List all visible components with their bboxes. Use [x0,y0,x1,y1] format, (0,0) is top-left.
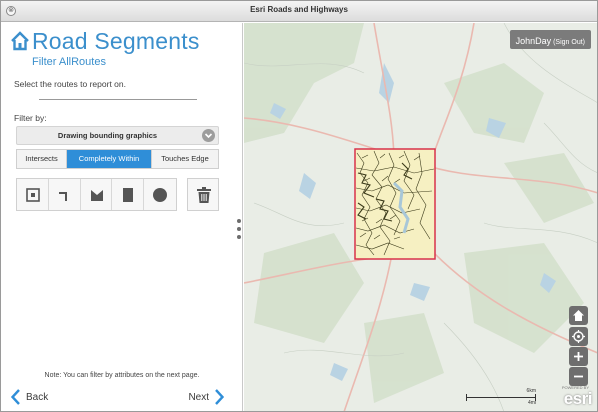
segment-touches-edge[interactable]: Touches Edge [152,150,218,168]
divider [39,99,197,100]
spatial-filter-segments: Intersects Completely Within Touches Edg… [16,149,219,169]
polyline-tool-button[interactable] [49,179,81,210]
freehand-polygon-tool-icon [90,190,103,201]
zoom-in-icon [574,352,583,361]
trash-icon [197,187,211,203]
point-tool-icon [26,188,40,202]
point-tool-button[interactable] [17,179,49,210]
user-name: JohnDay [515,36,552,46]
segment-intersects[interactable]: Intersects [17,150,67,168]
map-view[interactable]: JohnDay (Sign Out) 6km 4mi POWERED BY es… [244,23,597,411]
title-bar: ⊗ Esri Roads and Highways [1,1,597,22]
page-subtitle: Filter AllRoutes [32,56,106,68]
polyline-tool-icon [58,192,67,201]
user-button[interactable]: JohnDay (Sign Out) [509,30,591,49]
panel-resize-handle[interactable] [237,219,241,243]
window-title: Esri Roads and Highways [250,5,348,14]
filter-label: Filter by: [14,113,47,123]
page-title: Road Segments [32,28,200,54]
next-button[interactable]: Next [188,387,224,407]
clear-graphics-button[interactable] [187,178,219,211]
next-label: Next [188,391,209,403]
home-icon [11,31,29,51]
filter-dropdown-value: Drawing bounding graphics [57,131,158,140]
zoom-out-icon [574,375,583,378]
rectangle-tool-icon [123,188,134,202]
filter-dropdown[interactable]: Drawing bounding graphics [16,126,219,145]
locate-button[interactable] [569,327,588,346]
app-window: ⊗ Esri Roads and Highways Road Segments … [0,0,598,412]
instructions-text: Select the routes to report on. [14,79,126,89]
sign-out-link[interactable]: (Sign Out) [553,39,585,46]
basemap [244,23,597,411]
home-button[interactable] [569,306,588,325]
attribute-note: Note: You can filter by attributes on th… [44,372,200,379]
back-label: Back [26,391,49,403]
zoom-in-button[interactable] [569,347,588,366]
chevron-left-icon [11,389,20,405]
circle-tool-button[interactable] [144,179,176,210]
home-icon [573,310,584,321]
locate-icon [572,330,585,343]
freehand-polygon-tool-button[interactable] [81,179,113,210]
zoom-out-button[interactable] [569,367,588,386]
scale-km-label: 6km [526,388,536,394]
circle-tool-icon [153,188,168,202]
left-panel: Road Segments Filter AllRoutes Select th… [1,23,243,411]
chevron-right-icon [215,389,224,405]
chevron-down-icon [202,129,215,142]
back-button[interactable]: Back [11,387,48,407]
esri-logo: esri [563,389,593,408]
scale-bar: 6km 4mi [466,388,536,406]
rectangle-tool-button[interactable] [112,179,145,210]
segment-completely-within[interactable]: Completely Within [67,150,152,168]
draw-tools [16,178,177,211]
scale-mi-label: 4mi [527,400,536,406]
